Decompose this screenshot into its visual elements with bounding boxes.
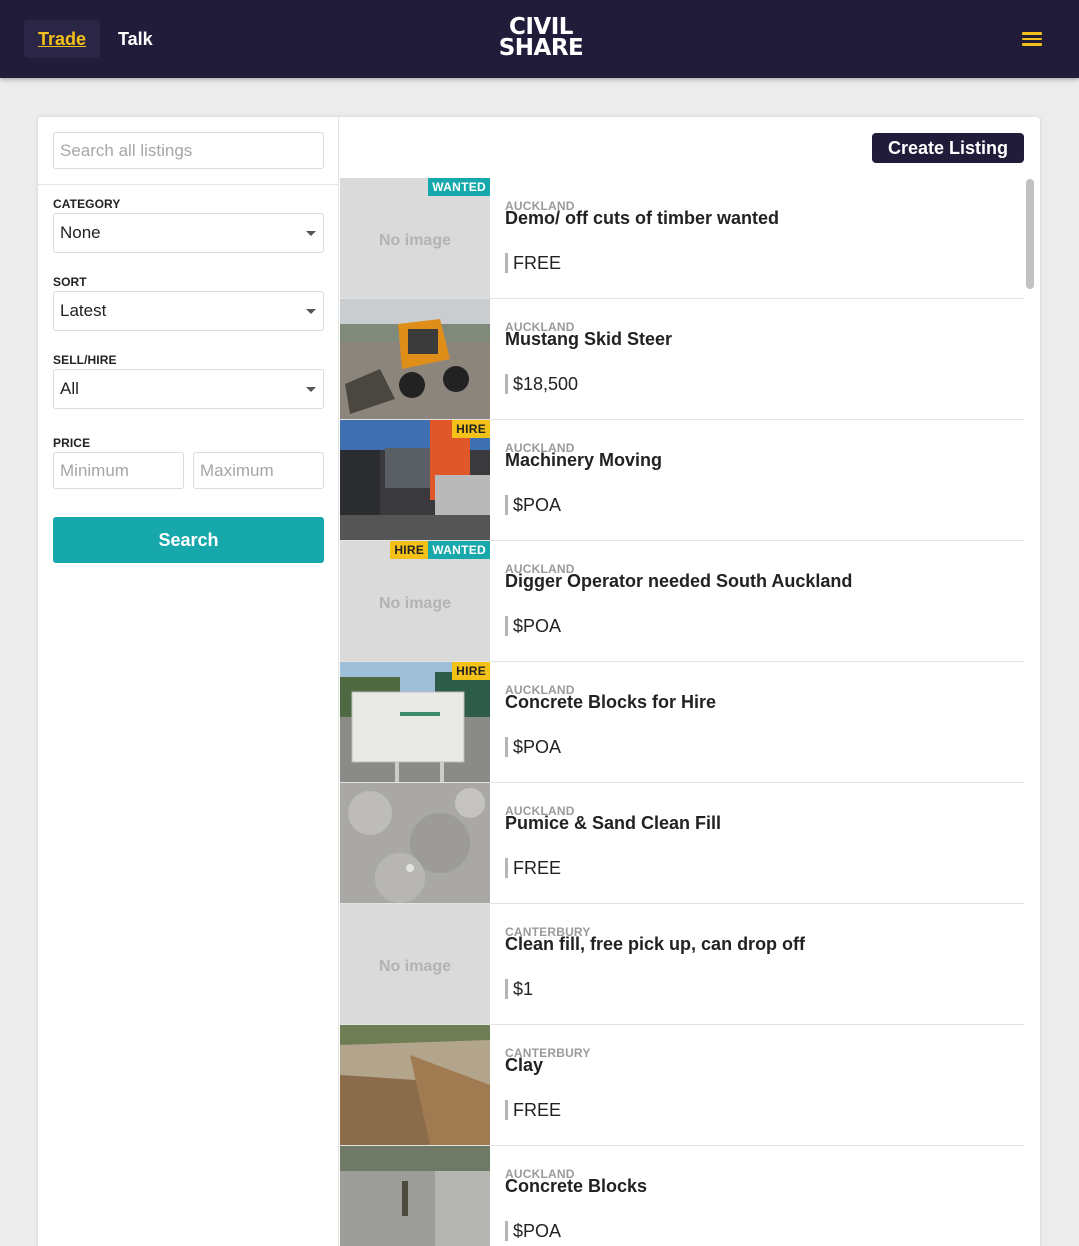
create-listing-button[interactable]: Create Listing [872,133,1024,163]
listing-thumbnail: No image HIRE WANTED [340,541,490,661]
hire-badge: HIRE [452,662,490,680]
listing-price: $POA [505,1221,561,1241]
sell-hire-label: SELL/HIRE [53,353,117,367]
nav-tab-talk[interactable]: Talk [104,20,167,58]
chevron-down-icon [306,309,316,314]
listing-thumbnail [340,299,490,419]
top-navbar: Trade Talk CIVIL SHARE [0,0,1079,78]
chevron-down-icon [306,231,316,236]
listing-title[interactable]: Machinery Moving [505,450,662,471]
logo-line-2: SHARE [498,35,584,61]
listing-price: $POA [505,495,561,515]
listings-panel: CATEGORY None SORT Latest SELL/HIRE All … [38,117,1040,1246]
listing-list[interactable]: No image WANTED AUCKLAND Demo/ off cuts … [340,178,1024,1246]
search-button[interactable]: Search [53,517,324,563]
no-image-placeholder: No image [378,232,451,249]
clay-photo [340,1025,490,1145]
listing-title[interactable]: Clay [505,1055,543,1076]
listing-price: FREE [505,858,561,878]
category-label: CATEGORY [53,197,121,211]
listing-row[interactable]: HIRE AUCKLAND Concrete Blocks for Hire $… [340,662,1024,783]
concrete-wall-photo [340,1146,490,1246]
hamburger-menu-icon[interactable] [1022,32,1042,46]
no-image-placeholder: No image [378,958,451,975]
category-value: None [60,223,101,242]
skid-steer-photo [340,299,490,419]
sell-hire-select[interactable]: All [53,369,324,409]
sort-label: SORT [53,275,87,289]
listing-thumbnail: HIRE [340,662,490,782]
divider [38,184,338,185]
listing-row[interactable]: AUCKLAND Pumice & Sand Clean Fill FREE [340,783,1024,904]
listing-row[interactable]: CANTERBURY Clay FREE [340,1025,1024,1146]
listing-row[interactable]: No image CANTERBURY Clean fill, free pic… [340,904,1024,1025]
listing-title[interactable]: Digger Operator needed South Auckland [505,571,852,592]
listing-price: FREE [505,253,561,273]
list-scrollbar[interactable] [1026,179,1034,289]
listing-row[interactable]: No image WANTED AUCKLAND Demo/ off cuts … [340,178,1024,299]
listing-title[interactable]: Mustang Skid Steer [505,329,672,350]
concrete-blocks-photo [340,662,490,782]
listing-title[interactable]: Concrete Blocks [505,1176,647,1197]
listing-row[interactable]: No image HIRE WANTED AUCKLAND Digger Ope… [340,541,1024,662]
listing-title[interactable]: Concrete Blocks for Hire [505,692,716,713]
listing-row[interactable]: AUCKLAND Mustang Skid Steer $18,500 [340,299,1024,420]
listing-title[interactable]: Clean fill, free pick up, can drop off [505,934,805,955]
truck-photo [340,420,490,540]
no-image-placeholder: No image [378,595,451,612]
filter-sidebar: CATEGORY None SORT Latest SELL/HIRE All … [38,117,339,1246]
listing-thumbnail: HIRE [340,420,490,540]
listing-row[interactable]: HIRE AUCKLAND Machinery Moving $POA [340,420,1024,541]
wanted-badge: WANTED [428,541,490,559]
listing-price: FREE [505,1100,561,1120]
listing-title[interactable]: Demo/ off cuts of timber wanted [505,208,779,229]
listing-thumbnail [340,1146,490,1246]
category-select[interactable]: None [53,213,324,253]
hire-badge: HIRE [390,541,429,559]
listing-price: $POA [505,737,561,757]
listing-title[interactable]: Pumice & Sand Clean Fill [505,813,721,834]
civil-share-logo[interactable]: CIVIL SHARE [496,16,586,61]
price-max-input[interactable] [193,452,324,489]
hire-badge: HIRE [452,420,490,438]
sort-select[interactable]: Latest [53,291,324,331]
listing-row[interactable]: AUCKLAND Concrete Blocks $POA [340,1146,1024,1246]
sort-value: Latest [60,301,107,320]
listing-thumbnail: No image WANTED [340,178,490,298]
clean-fill-photo [340,783,490,903]
price-min-input[interactable] [53,452,184,489]
listing-thumbnail [340,1025,490,1145]
search-input[interactable] [53,132,324,169]
nav-tab-trade[interactable]: Trade [24,20,101,58]
listing-price: $18,500 [505,374,578,394]
listing-thumbnail: No image [340,904,490,1024]
sell-hire-value: All [60,379,79,398]
wanted-badge: WANTED [428,178,490,196]
listing-price: $1 [505,979,533,999]
listing-price: $POA [505,616,561,636]
listing-thumbnail [340,783,490,903]
price-label: PRICE [53,436,91,450]
chevron-down-icon [306,387,316,392]
